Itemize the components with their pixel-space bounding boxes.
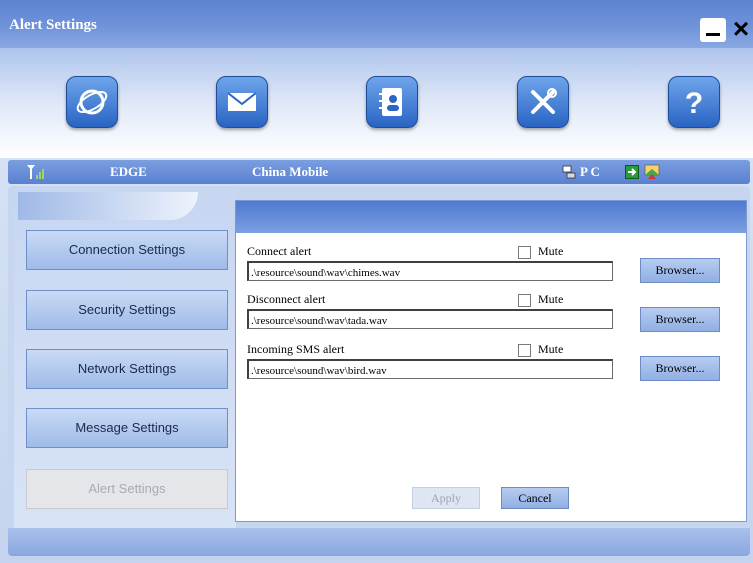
incoming-sms-mute-label: Mute xyxy=(538,342,564,356)
incoming-sms-alert-label: Incoming SMS alert xyxy=(247,342,345,356)
contacts-icon xyxy=(379,88,402,116)
close-button[interactable]: × xyxy=(730,14,752,44)
bottom-bar xyxy=(8,528,750,556)
connect-mute-checkbox[interactable] xyxy=(518,246,531,259)
window-title: Alert Settings xyxy=(9,17,97,33)
contacts-button[interactable] xyxy=(366,76,418,128)
tools-icon xyxy=(531,88,557,114)
main-window: Alert Settings × ? EDGE China Mobile P C… xyxy=(0,0,753,563)
tools-button[interactable] xyxy=(517,76,569,128)
apply-button[interactable]: Apply xyxy=(412,487,480,509)
disconnect-sound-path-field[interactable]: .\resource\sound\wav\tada.wav xyxy=(247,309,613,329)
title-bar: Alert Settings × xyxy=(0,0,753,48)
minimize-button[interactable] xyxy=(700,18,726,42)
pc-label: P C xyxy=(580,164,600,179)
connect-mute-label: Mute xyxy=(538,244,564,258)
pc-connection-icon xyxy=(562,165,576,179)
signal-strength-icon xyxy=(27,165,44,179)
operator-name: China Mobile xyxy=(252,164,329,179)
disconnect-alert-label: Disconnect alert xyxy=(247,292,326,306)
mail-button[interactable] xyxy=(216,76,268,128)
connect-sound-path-field[interactable]: .\resource\sound\wav\chimes.wav xyxy=(247,261,613,281)
help-icon: ? xyxy=(685,87,703,120)
mail-icon xyxy=(227,92,257,111)
sidebar-item-security-settings[interactable]: Security Settings xyxy=(26,290,228,330)
network-type: EDGE xyxy=(110,164,147,179)
panel-header xyxy=(236,201,746,233)
sidebar-item-connection-settings[interactable]: Connection Settings xyxy=(26,230,228,270)
sidebar-item-alert-settings[interactable]: Alert Settings xyxy=(26,469,228,509)
cancel-button[interactable]: Cancel xyxy=(501,487,569,509)
incoming-sms-browse-button[interactable]: Browser... xyxy=(640,356,720,381)
svg-text:?: ? xyxy=(685,87,703,120)
alert-settings-panel: Connect alert Mute .\resource\sound\wav\… xyxy=(235,200,747,522)
sim-card-icon xyxy=(625,165,639,179)
sidebar-header xyxy=(18,192,198,220)
internet-icon xyxy=(76,89,108,115)
incoming-sms-sound-path-field[interactable]: .\resource\sound\wav\bird.wav xyxy=(247,359,613,379)
connect-alert-label: Connect alert xyxy=(247,244,312,258)
disconnect-mute-checkbox[interactable] xyxy=(518,294,531,307)
disconnect-mute-label: Mute xyxy=(538,292,564,306)
sidebar-item-network-settings[interactable]: Network Settings xyxy=(26,349,228,389)
toolbar: ? xyxy=(0,48,753,158)
disconnect-browse-button[interactable]: Browser... xyxy=(640,307,720,332)
status-bar: EDGE China Mobile P C xyxy=(8,160,750,184)
incoming-sms-mute-checkbox[interactable] xyxy=(518,344,531,357)
connect-browse-button[interactable]: Browser... xyxy=(640,258,720,283)
sidebar-item-message-settings[interactable]: Message Settings xyxy=(26,408,228,448)
internet-button[interactable] xyxy=(66,76,118,128)
message-status-icon xyxy=(644,164,660,179)
help-button[interactable]: ? xyxy=(668,76,720,128)
